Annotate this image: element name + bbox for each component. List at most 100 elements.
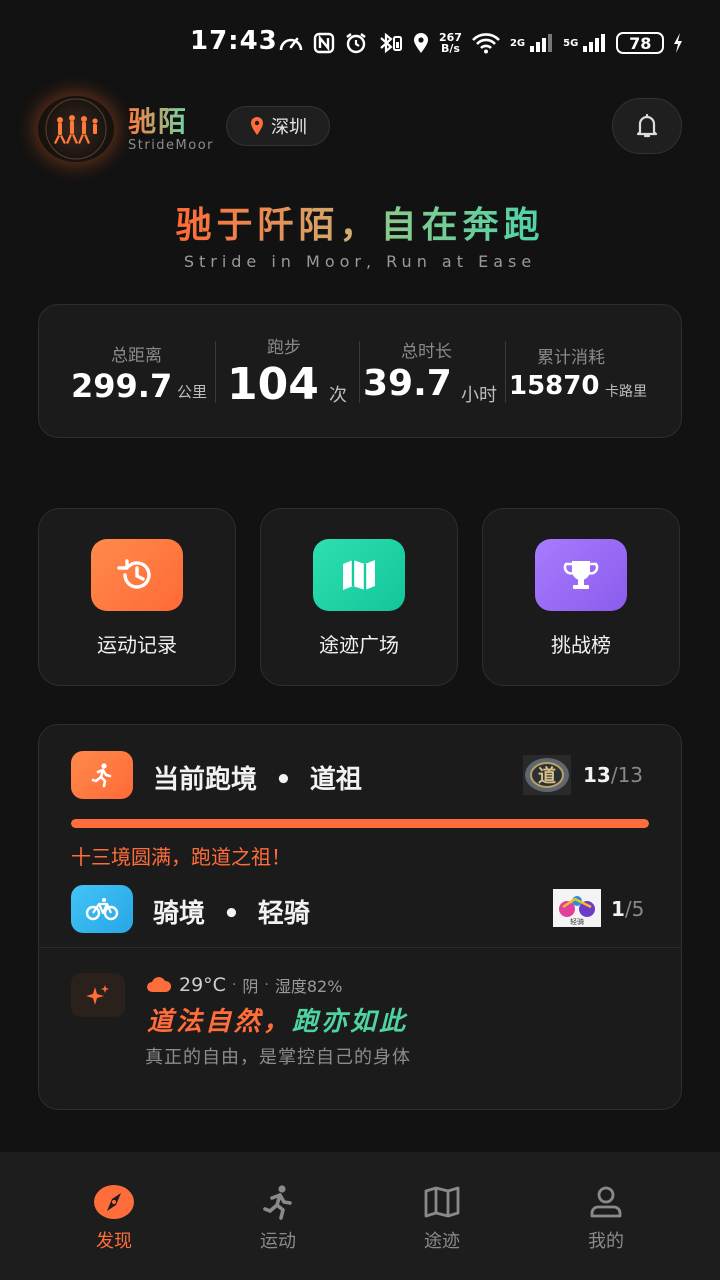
stat-value: 39.7	[363, 363, 452, 404]
stat-value: 15870	[509, 371, 600, 401]
charging-icon	[674, 33, 683, 53]
cyclist-badge-icon: 轻骑	[553, 889, 601, 927]
stat-unit: 小时	[461, 385, 497, 406]
slogan-part-1: 驰于阡陌，	[175, 205, 381, 246]
bottom-nav: 发现 运动 途迹 我的	[0, 1152, 720, 1280]
status-bar: 17:43 267 B/s 2G 5G 78	[0, 0, 720, 84]
runner-icon	[91, 763, 112, 788]
runner-icon	[263, 1185, 292, 1220]
city-label: 深圳	[271, 117, 307, 138]
stat-label: 总时长	[401, 342, 452, 362]
tagline: Stride in Moor, Run at Ease	[183, 252, 537, 271]
signal-icon	[583, 34, 606, 52]
running-realm-badge: 道	[523, 755, 571, 795]
weather-separator: ·	[231, 977, 237, 993]
slogan: 驰于阡陌，自在奔跑	[0, 196, 720, 248]
tile-icon-bg	[313, 539, 405, 611]
location-icon	[414, 33, 428, 53]
stats-card: 总距离 299.7 公里 跑步 104 次 总时长 39.7 小时 累计消耗 1…	[38, 304, 682, 438]
stat-total-distance: 总距离 299.7 公里	[39, 305, 215, 439]
nav-label: 运动	[260, 1231, 296, 1252]
stat-label: 总距离	[111, 346, 162, 366]
nav-workout[interactable]: 运动	[188, 1152, 368, 1280]
slogan-part-2: 自在奔跑	[380, 205, 545, 246]
bicycle-icon	[85, 898, 119, 921]
signal-label-2: 5G	[563, 37, 579, 49]
daily-quote: 道法自然，跑亦如此	[147, 1007, 409, 1037]
stat-run-count: 跑步 104 次	[215, 305, 359, 439]
cloud-icon	[147, 977, 172, 992]
tile-label: 挑战榜	[551, 633, 611, 657]
tile-icon-bg	[535, 539, 627, 611]
status-time: 17:43	[190, 26, 278, 56]
tile-label: 途迹广场	[319, 633, 399, 657]
running-realm-icon-bg	[71, 751, 133, 799]
bell-icon	[636, 113, 658, 138]
weather-separator: ·	[264, 977, 269, 993]
svg-text:道: 道	[538, 765, 556, 787]
nav-label: 途迹	[424, 1231, 460, 1252]
sparkle-badge	[71, 973, 125, 1017]
tile-activity-records[interactable]: 运动记录	[38, 508, 236, 686]
cycling-realm-title: 骑境 • 轻骑	[153, 899, 310, 929]
tile-track-square[interactable]: 途迹广场	[260, 508, 458, 686]
net-speed: 267 B/s	[439, 31, 462, 55]
stat-unit: 卡路里	[605, 384, 647, 400]
weather-row: 29°C · 阴 · 湿度82%	[145, 973, 342, 997]
tile-leaderboard[interactable]: 挑战榜	[482, 508, 680, 686]
realm-card[interactable]: 当前跑境 • 道祖 道 13/13 十三境圆满，跑道之祖！ 骑境 • 轻骑 轻骑…	[38, 724, 682, 1110]
stat-label: 跑步	[267, 338, 301, 358]
runners-logo-icon	[45, 98, 107, 160]
weather-humidity: 湿度82%	[274, 977, 343, 996]
running-realm-count: 13/13	[583, 763, 644, 787]
map-icon	[424, 1186, 460, 1218]
weather-condition: 阴	[242, 977, 259, 996]
alarm-icon	[346, 33, 366, 54]
card-divider	[39, 947, 681, 948]
tile-label: 运动记录	[97, 633, 177, 657]
nav-label: 发现	[96, 1231, 132, 1252]
stat-value: 104	[227, 359, 319, 410]
nav-label: 我的	[588, 1231, 624, 1252]
notification-button[interactable]	[612, 98, 682, 154]
svg-text:轻骑: 轻骑	[570, 917, 584, 926]
city-selector[interactable]: 深圳	[226, 106, 330, 146]
compass-icon	[94, 1185, 134, 1219]
cycling-realm-icon-bg	[71, 885, 133, 933]
location-pin-icon	[251, 117, 263, 135]
nav-tracks[interactable]: 途迹	[352, 1152, 532, 1280]
stat-unit: 公里	[177, 383, 208, 401]
app-title: 驰陌	[128, 100, 188, 140]
sparkle-icon	[86, 985, 109, 1005]
trophy-icon	[563, 561, 599, 589]
running-realm-progress	[71, 819, 649, 828]
realm-medal-icon: 道	[523, 755, 571, 795]
cycling-realm-count: 1/5	[611, 897, 645, 921]
nav-icon-wrap	[92, 1182, 136, 1222]
app-logo[interactable]	[38, 96, 114, 162]
stat-unit: 次	[329, 385, 347, 406]
cycling-realm-badge: 轻骑	[553, 889, 601, 927]
running-realm-message: 十三境圆满，跑道之祖！	[71, 845, 291, 869]
stat-calories: 累计消耗 15870 卡路里	[505, 305, 683, 439]
signal-label-1: 2G	[509, 37, 526, 49]
signal-icon	[530, 34, 553, 52]
nav-discover[interactable]: 发现	[24, 1152, 204, 1280]
stat-total-time: 总时长 39.7 小时	[359, 305, 505, 439]
user-icon	[590, 1186, 622, 1218]
nav-icon-wrap	[584, 1182, 628, 1222]
bluetooth-icon	[380, 32, 402, 54]
history-icon	[117, 559, 151, 589]
weather-temperature: 29°C	[179, 974, 226, 996]
status-icons: 267 B/s 2G 5G 78	[278, 28, 683, 58]
nav-icon-wrap	[420, 1182, 464, 1222]
battery-indicator: 78	[616, 32, 665, 54]
progress-fill	[71, 819, 649, 828]
nfc-icon	[313, 32, 335, 54]
app-subtitle: StrideMoor	[128, 138, 215, 153]
daily-quote-subtitle: 真正的自由，是掌控自己的身体	[145, 1047, 411, 1068]
tile-icon-bg	[91, 539, 183, 611]
nav-profile[interactable]: 我的	[516, 1152, 696, 1280]
stat-value: 299.7	[71, 367, 173, 405]
wifi-icon	[472, 33, 500, 54]
